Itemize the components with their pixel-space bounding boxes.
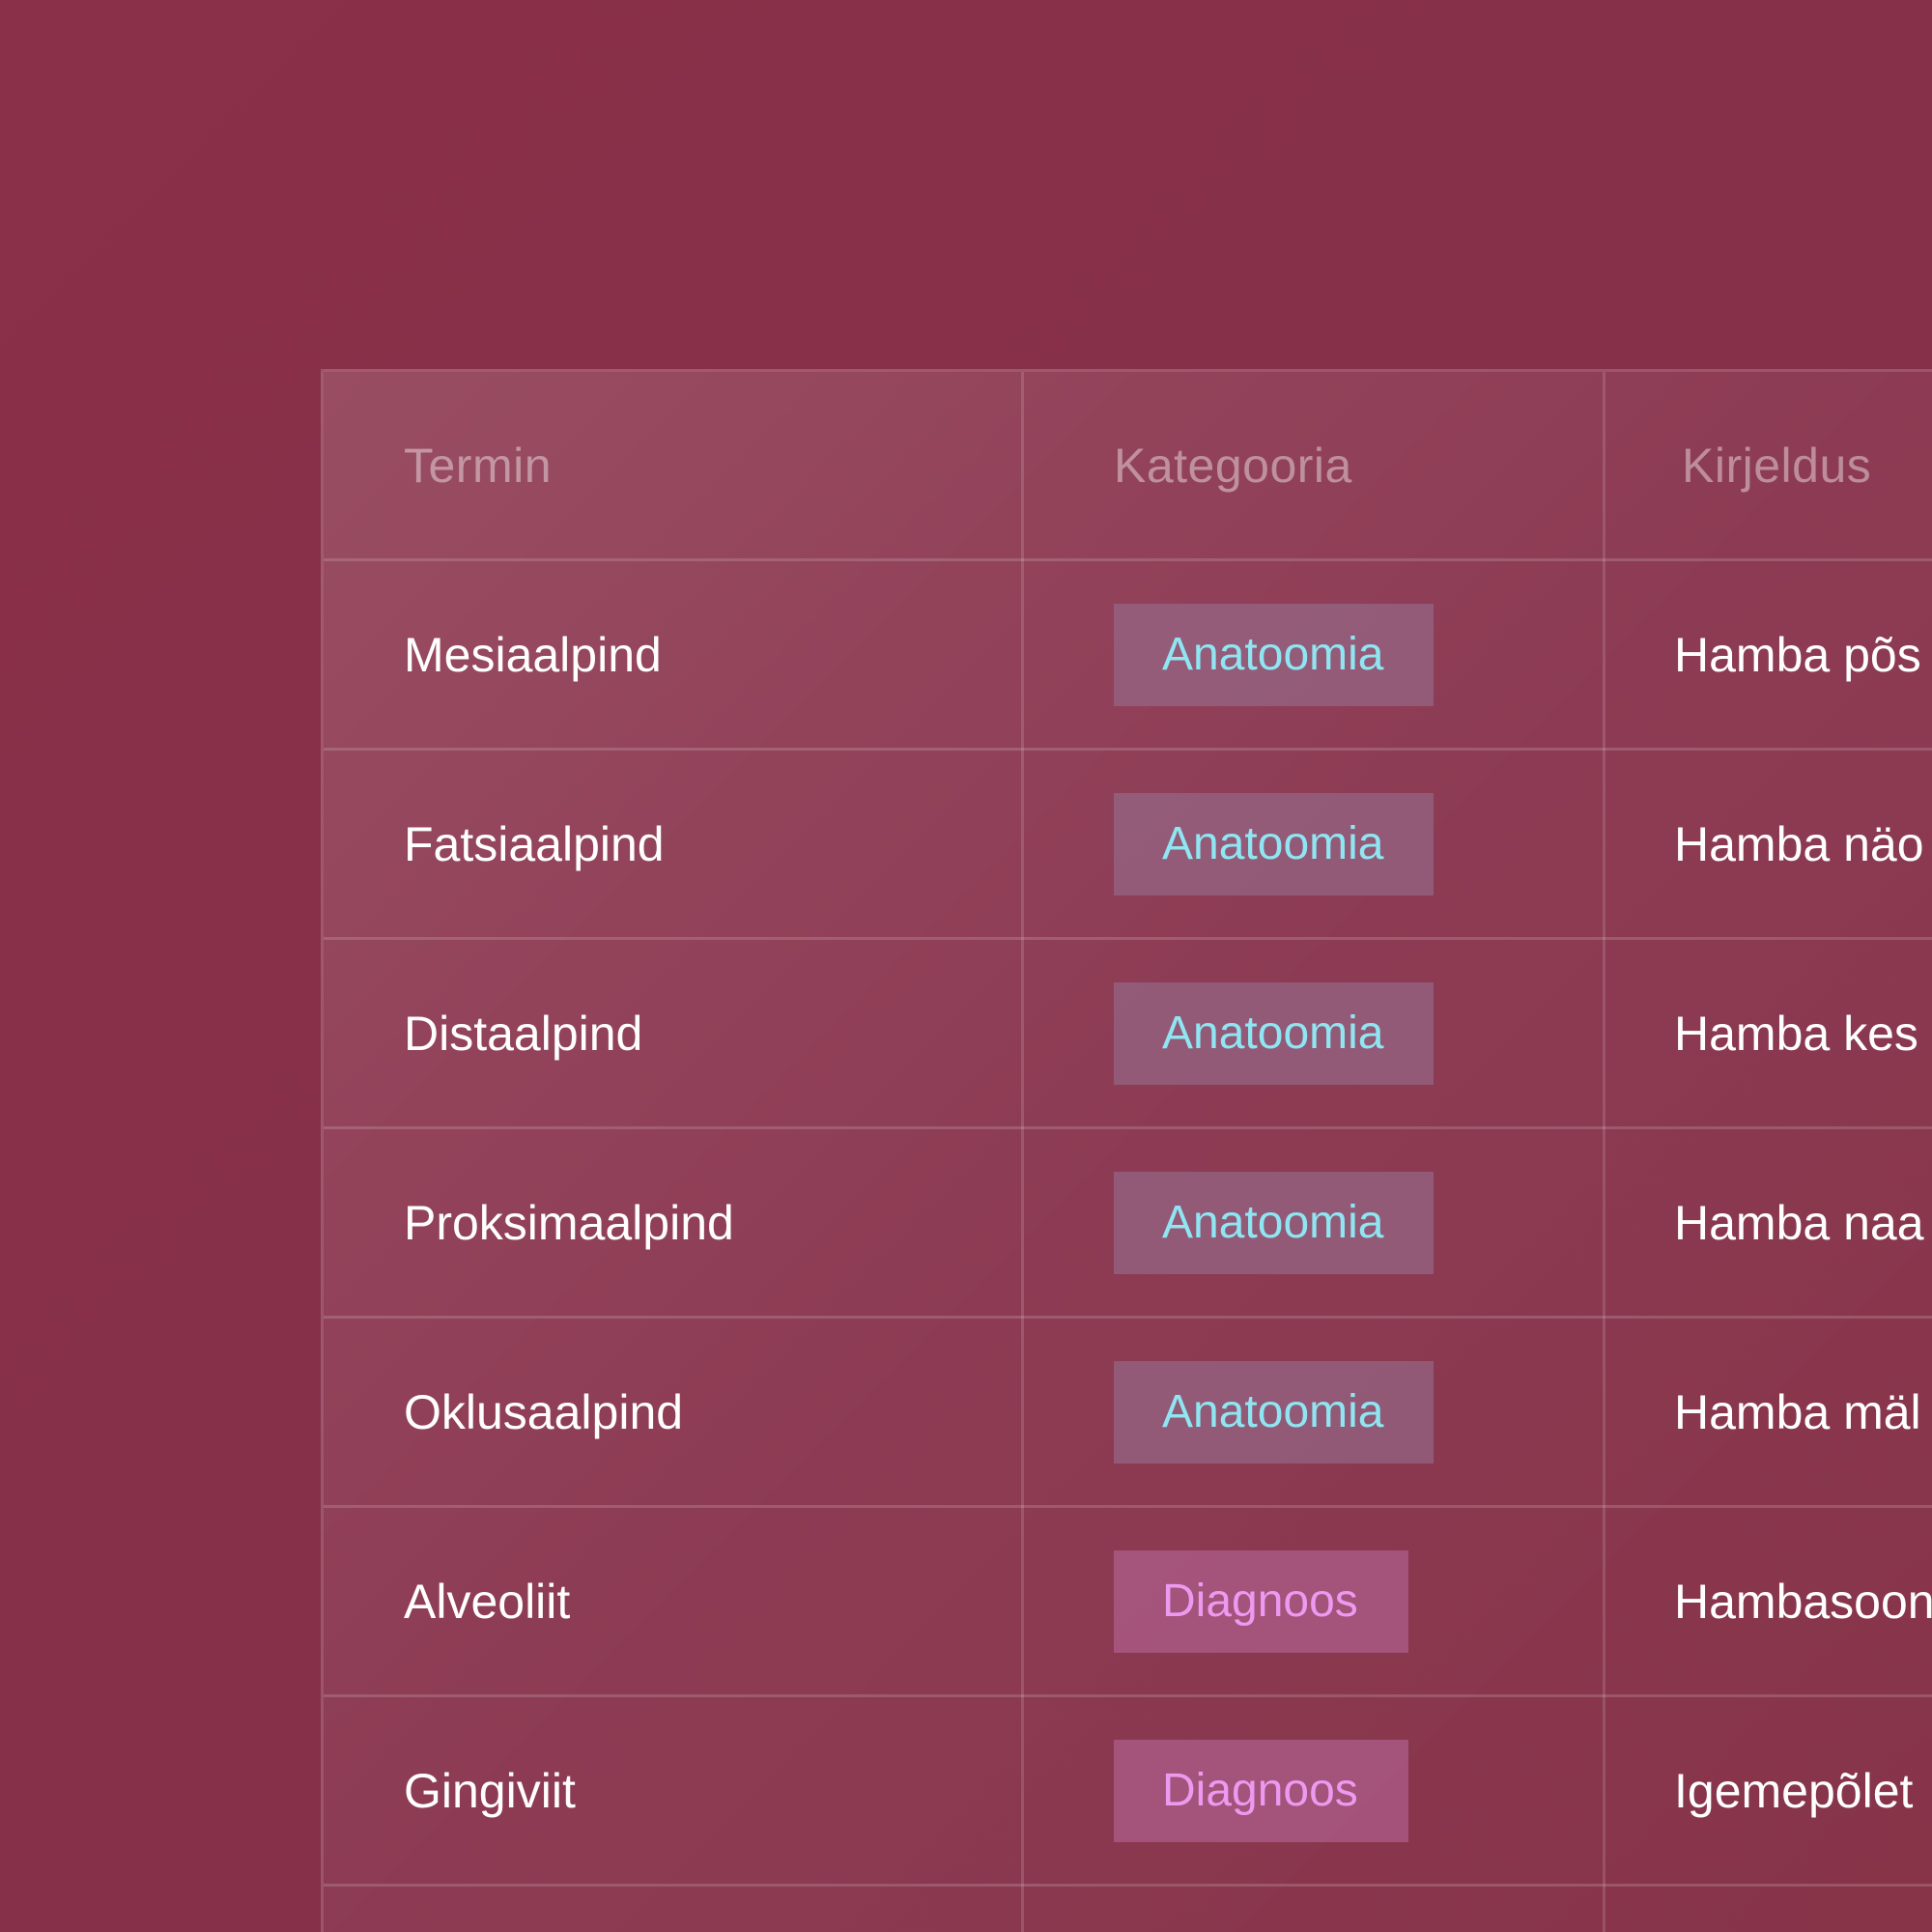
description-cell: Hambasoon [1674, 1574, 1932, 1629]
category-badge: Anatoomia [1114, 603, 1435, 706]
table-row[interactable]: Oklusaalpind Anatoomia Hamba mäl [324, 1319, 1932, 1508]
page: Termin Kategooria Kirjeldus Mesiaalpind A… [0, 0, 1932, 1932]
category-badge: Anatoomia [1114, 792, 1435, 895]
description-cell: Hamba põs [1674, 627, 1921, 682]
category-badge: Diagnoos [1114, 1549, 1408, 1653]
table-row[interactable]: Mesiaalpind Anatoomia Hamba põs [324, 561, 1932, 751]
category-badge: Anatoomia [1114, 1171, 1435, 1274]
table-row[interactable]: Proksimaalpind Anatoomia Hamba naa [324, 1129, 1932, 1319]
category-cell: Anatoomia [1114, 1319, 1435, 1505]
table-row[interactable]: Fatsiaalpind Anatoomia Hamba näo [324, 751, 1932, 940]
category-cell: Anatoomia [1114, 751, 1435, 937]
category-badge: Anatoomia [1114, 1360, 1435, 1463]
description-cell: Hamba mäl [1674, 1384, 1921, 1439]
table-row[interactable]: Distaalpind Anatoomia Hamba kes [324, 940, 1932, 1129]
term-cell: Fatsiaalpind [404, 816, 665, 871]
category-badge: Diagnoos [1114, 1739, 1408, 1842]
header-category[interactable]: Kategooria [1114, 372, 1352, 558]
description-cell: Igemepõlet [1674, 1763, 1914, 1818]
term-cell: Gingiviit [404, 1763, 576, 1818]
description-cell: Hamba näo [1674, 816, 1924, 871]
table-row[interactable]: Alveoliit Diagnoos Hambasoon [324, 1508, 1932, 1697]
table-header-row: Termin Kategooria Kirjeldus [324, 372, 1932, 561]
term-cell: Oklusaalpind [404, 1384, 684, 1439]
category-cell: Anatoomia [1114, 940, 1435, 1126]
description-cell: Hamba naa [1674, 1195, 1924, 1250]
category-cell: Anatoomia [1114, 561, 1435, 748]
term-cell: Mesiaalpind [404, 627, 662, 682]
description-cell: Hamba kes [1674, 1006, 1918, 1061]
terms-table: Termin Kategooria Kirjeldus Mesiaalpind A… [321, 369, 1932, 1932]
term-cell: Proksimaalpind [404, 1195, 734, 1250]
term-cell: Distaalpind [404, 1006, 643, 1061]
category-cell: Anatoomia [1114, 1129, 1435, 1316]
header-description[interactable]: Kirjeldus [1682, 372, 1871, 558]
term-cell: Alveoliit [404, 1574, 571, 1629]
category-cell: Diagnoos [1114, 1697, 1408, 1884]
table-row[interactable]: Gingiviit Diagnoos Igemepõlet [324, 1697, 1932, 1887]
category-badge: Anatoomia [1114, 981, 1435, 1085]
header-term[interactable]: Termin [404, 372, 552, 558]
category-cell: Diagnoos [1114, 1508, 1408, 1694]
